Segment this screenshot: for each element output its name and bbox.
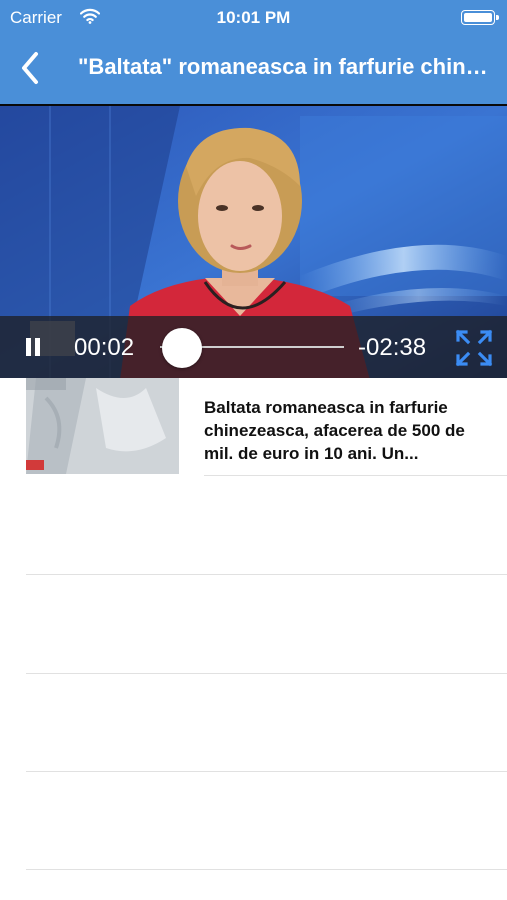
navigation-bar: "Baltata" romaneasca in farfurie chineze… <box>0 36 507 104</box>
list-item[interactable] <box>0 773 507 869</box>
divider <box>26 869 507 870</box>
list-item[interactable] <box>0 576 507 672</box>
chevron-left-icon <box>22 52 38 84</box>
divider <box>26 771 507 772</box>
article-title: Baltata romaneasca in farfurie chinezeas… <box>204 398 465 463</box>
remaining-time: -02:38 <box>358 334 427 361</box>
battery-icon <box>461 10 499 25</box>
scrubber-thumb[interactable] <box>161 328 202 368</box>
article-thumbnail <box>26 378 179 474</box>
page-title: "Baltata" romaneasca in farfurie chineze… <box>78 54 493 79</box>
status-bar: Carrier 10:01 PM <box>0 0 507 36</box>
divider <box>26 574 507 575</box>
pause-icon <box>26 338 31 356</box>
header: Carrier 10:01 PM "Baltata" romaneasca in… <box>0 0 507 104</box>
list-item[interactable] <box>0 675 507 771</box>
pause-button[interactable] <box>20 330 46 364</box>
divider <box>26 673 507 674</box>
video-player[interactable]: 00:02 -02:38 <box>0 104 507 378</box>
list-item[interactable] <box>0 478 507 574</box>
divider <box>204 475 507 476</box>
elapsed-time: 00:02 <box>74 334 135 361</box>
fullscreen-icon <box>455 329 493 367</box>
fullscreen-button[interactable] <box>454 328 494 368</box>
video-controls: 00:02 -02:38 <box>0 316 507 378</box>
status-time: 10:01 PM <box>216 8 291 27</box>
progress-scrubber[interactable] <box>160 328 344 368</box>
back-button[interactable] <box>12 46 52 90</box>
related-videos-list: Baltata romaneasca in farfurie chinezeas… <box>0 378 507 900</box>
